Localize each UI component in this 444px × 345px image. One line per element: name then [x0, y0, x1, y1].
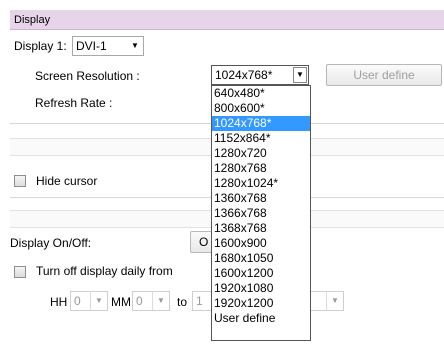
hh-select[interactable]: 0 ▼ — [70, 291, 108, 311]
mm-value: 0 — [136, 294, 143, 308]
resolution-option[interactable]: 1280x768 — [212, 161, 310, 176]
display-onoff-label: Display On/Off: — [10, 236, 92, 250]
chevron-down-icon: ▼ — [90, 292, 107, 310]
resolution-option[interactable]: 1600x900 — [212, 236, 310, 251]
resolution-option[interactable]: 1360x768 — [212, 191, 310, 206]
to-label: to — [177, 295, 188, 309]
resolution-option[interactable]: 640x480* — [212, 86, 310, 101]
end-hh-value: 1 — [196, 294, 203, 308]
display-select[interactable]: DVI-1 ▼ — [72, 36, 144, 56]
chevron-down-icon: ▼ — [326, 292, 343, 310]
turn-off-label: Turn off display daily from — [36, 264, 173, 278]
resolution-option[interactable]: 1280x1024* — [212, 176, 310, 191]
hide-cursor-checkbox[interactable] — [14, 175, 26, 187]
hh-value: 0 — [74, 294, 81, 308]
display-settings-panel: Display Display 1: DVI-1 ▼ Screen Resolu… — [0, 0, 444, 345]
resolution-option[interactable]: 1024x768* — [212, 116, 310, 131]
refresh-rate-label: Refresh Rate : — [35, 96, 113, 110]
display-select-label: Display 1: — [14, 39, 67, 53]
resolution-option[interactable]: 1280x720 — [212, 146, 310, 161]
resolution-option[interactable]: 1920x1200 — [212, 296, 310, 311]
mm-select[interactable]: 0 ▼ — [132, 291, 170, 311]
resolution-option[interactable]: 1600x1200 — [212, 266, 310, 281]
resolution-option[interactable]: User define — [212, 311, 310, 326]
hide-cursor-label: Hide cursor — [36, 174, 98, 188]
mm-label: MM — [111, 295, 131, 309]
resolution-option[interactable]: 1920x1080 — [212, 281, 310, 296]
chevron-down-icon: ▼ — [131, 41, 139, 50]
chevron-down-icon: ▼ — [152, 292, 169, 310]
section-title: Display — [14, 14, 51, 26]
section-header: Display — [10, 10, 444, 30]
screen-resolution-select[interactable]: 1024x768* ▼ — [211, 65, 309, 85]
screen-resolution-value: 1024x768* — [215, 68, 273, 82]
resolution-option[interactable]: 1680x1050 — [212, 251, 310, 266]
resolution-option[interactable]: 1366x768 — [212, 206, 310, 221]
user-define-button[interactable]: User define — [326, 64, 442, 86]
chevron-down-icon: ▼ — [293, 67, 307, 83]
hh-label: HH — [50, 295, 68, 309]
screen-resolution-dropdown[interactable]: 640x480* 800x600* 1024x768* 1152x864* 1280x7… — [211, 85, 311, 341]
resolution-option[interactable]: 800x600* — [212, 101, 310, 116]
resolution-option[interactable]: 1368x768 — [212, 221, 310, 236]
turn-off-checkbox[interactable] — [14, 266, 26, 278]
display-select-value: DVI-1 — [76, 39, 107, 53]
resolution-option[interactable]: 1152x864* — [212, 131, 310, 146]
screen-resolution-label: Screen Resolution : — [35, 69, 140, 83]
